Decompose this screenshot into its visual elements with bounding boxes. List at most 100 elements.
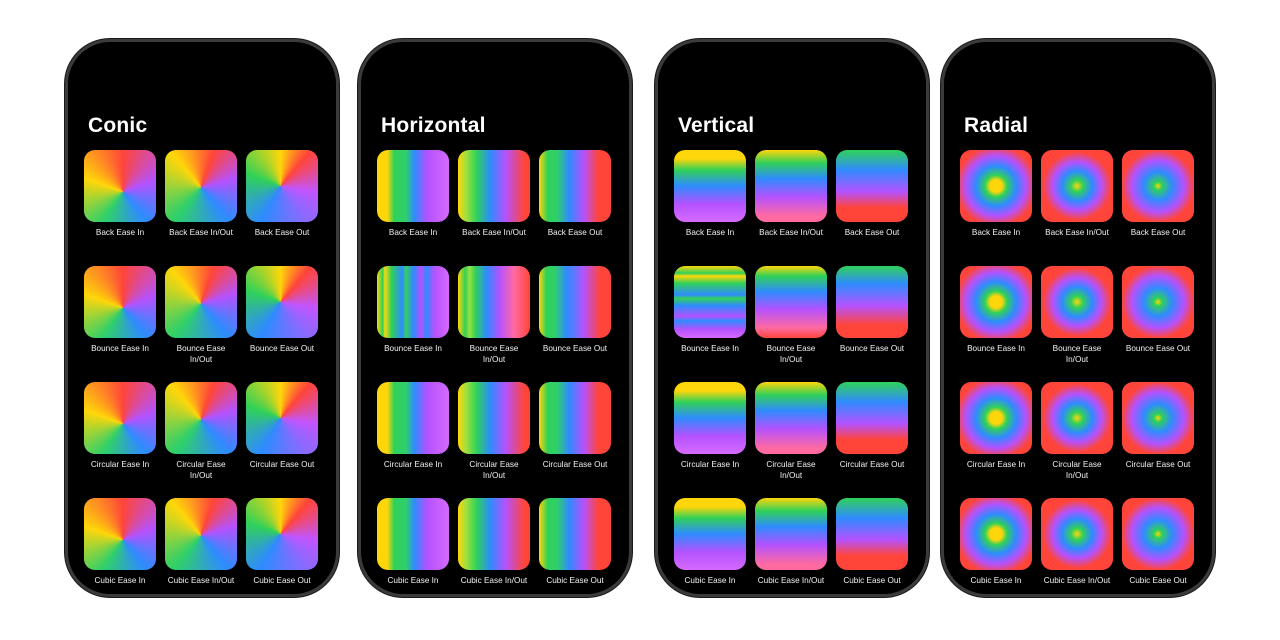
grid-cell[interactable]: Bounce Ease In/Out — [165, 266, 237, 365]
cell-label: Back Ease In/Out — [169, 228, 233, 237]
grid-cell[interactable]: Cubic Ease Out — [246, 498, 318, 586]
grid-cell[interactable]: Back Ease In — [960, 150, 1032, 238]
gradient-swatch — [755, 382, 827, 454]
grid-cell[interactable]: Cubic Ease In — [960, 498, 1032, 586]
grid-cell[interactable]: Circular Ease In/Out — [458, 382, 530, 481]
grid-cell[interactable]: Back Ease In/Out — [458, 150, 530, 238]
grid-cell[interactable]: Bounce Ease In — [377, 266, 449, 354]
cell-label: Back Ease Out — [844, 228, 900, 237]
grid-cell[interactable]: Circular Ease In/Out — [1041, 382, 1113, 481]
cell-label: Circular Ease In — [680, 460, 740, 469]
cell-label: Back Ease In — [388, 228, 438, 237]
cell-label: Back Ease In — [685, 228, 735, 237]
gradient-swatch — [1122, 498, 1194, 570]
cell-label: Bounce Ease In/Out — [176, 344, 226, 364]
cell-label: Bounce Ease In — [384, 344, 442, 353]
cell-label: Cubic Ease In/Out — [757, 576, 825, 585]
cell-label: Bounce Ease In — [967, 344, 1025, 353]
gradient-swatch — [960, 382, 1032, 454]
grid-cell[interactable]: Bounce Ease In/Out — [1041, 266, 1113, 365]
grid-cell[interactable]: Bounce Ease In — [84, 266, 156, 354]
cell-label: Cubic Ease In/Out — [1043, 576, 1111, 585]
grid-cell[interactable]: Cubic Ease Out — [539, 498, 611, 586]
grid-cell[interactable]: Circular Ease In/Out — [755, 382, 827, 481]
cell-label: Bounce Ease In/Out — [469, 344, 519, 364]
grid-cell[interactable]: Bounce Ease In — [674, 266, 746, 354]
grid-cell[interactable]: Circular Ease In/Out — [165, 382, 237, 481]
gradient-swatch — [377, 382, 449, 454]
grid-cell[interactable]: Cubic Ease Out — [1122, 498, 1194, 586]
cell-label: Circular Ease Out — [542, 460, 608, 469]
grid-cell[interactable]: Back Ease In/Out — [755, 150, 827, 238]
phone-radial: Radial Back Ease In Back Ease In/Out Bac… — [944, 42, 1212, 594]
grid-cell[interactable]: Cubic Ease Out — [836, 498, 908, 586]
gradient-swatch — [960, 266, 1032, 338]
gradient-swatch — [246, 498, 318, 570]
grid-cell[interactable]: Back Ease In/Out — [1041, 150, 1113, 238]
gradient-grid: Back Ease In Back Ease In/Out Back Ease … — [377, 150, 611, 594]
gradient-swatch — [755, 498, 827, 570]
gradient-grid: Back Ease In Back Ease In/Out Back Ease … — [674, 150, 908, 594]
cell-label: Cubic Ease Out — [253, 576, 311, 585]
grid-cell[interactable]: Bounce Ease Out — [836, 266, 908, 354]
gradient-swatch — [1122, 266, 1194, 338]
grid-cell[interactable]: Back Ease In — [377, 150, 449, 238]
phone-horizontal: Horizontal Back Ease In Back Ease In/Out… — [361, 42, 629, 594]
grid-cell[interactable]: Back Ease In — [674, 150, 746, 238]
grid-cell[interactable]: Back Ease Out — [836, 150, 908, 238]
grid-cell[interactable]: Bounce Ease Out — [246, 266, 318, 354]
grid-cell[interactable]: Cubic Ease In/Out — [458, 498, 530, 586]
grid-cell[interactable]: Circular Ease Out — [1122, 382, 1194, 470]
gradient-swatch — [960, 150, 1032, 222]
cell-label: Circular Ease In — [90, 460, 150, 469]
grid-cell[interactable]: Circular Ease In — [84, 382, 156, 470]
cell-label: Bounce Ease In/Out — [1052, 344, 1102, 364]
grid-cell[interactable]: Bounce Ease In — [960, 266, 1032, 354]
grid-cell[interactable]: Circular Ease In — [377, 382, 449, 470]
gradient-swatch — [458, 382, 530, 454]
cell-label: Cubic Ease In — [94, 576, 146, 585]
grid-cell[interactable]: Back Ease Out — [246, 150, 318, 238]
page-title: Vertical — [678, 114, 755, 137]
cell-label: Bounce Ease In — [681, 344, 739, 353]
cell-label: Circular Ease In — [966, 460, 1026, 469]
grid-cell[interactable]: Cubic Ease In — [377, 498, 449, 586]
grid-cell[interactable]: Cubic Ease In/Out — [755, 498, 827, 586]
cell-label: Cubic Ease Out — [546, 576, 604, 585]
gradient-swatch — [84, 150, 156, 222]
grid-cell[interactable]: Back Ease Out — [1122, 150, 1194, 238]
grid-cell[interactable]: Bounce Ease Out — [1122, 266, 1194, 354]
cell-label: Cubic Ease Out — [843, 576, 901, 585]
grid-cell[interactable]: Back Ease In/Out — [165, 150, 237, 238]
grid-cell[interactable]: Circular Ease In — [960, 382, 1032, 470]
gradient-swatch — [458, 266, 530, 338]
grid-cell[interactable]: Circular Ease Out — [539, 382, 611, 470]
page-title: Horizontal — [381, 114, 486, 137]
gradient-swatch — [674, 498, 746, 570]
gradient-swatch — [377, 498, 449, 570]
grid-cell[interactable]: Cubic Ease In — [674, 498, 746, 586]
cell-label: Bounce Ease In — [91, 344, 149, 353]
grid-cell[interactable]: Cubic Ease In/Out — [1041, 498, 1113, 586]
grid-cell[interactable]: Circular Ease Out — [836, 382, 908, 470]
grid-cell[interactable]: Bounce Ease In/Out — [458, 266, 530, 365]
cell-label: Back Ease In — [971, 228, 1021, 237]
cell-label: Circular Ease Out — [249, 460, 315, 469]
grid-cell[interactable]: Cubic Ease In/Out — [165, 498, 237, 586]
grid-cell[interactable]: Back Ease Out — [539, 150, 611, 238]
cell-label: Back Ease In/Out — [759, 228, 823, 237]
cell-label: Cubic Ease In/Out — [460, 576, 528, 585]
grid-cell[interactable]: Bounce Ease In/Out — [755, 266, 827, 365]
page-title: Conic — [88, 114, 148, 137]
grid-cell[interactable]: Cubic Ease In — [84, 498, 156, 586]
gradient-swatch — [960, 498, 1032, 570]
gradient-swatch — [377, 150, 449, 222]
gradient-swatch — [539, 382, 611, 454]
grid-cell[interactable]: Back Ease In — [84, 150, 156, 238]
grid-cell[interactable]: Bounce Ease Out — [539, 266, 611, 354]
cell-label: Back Ease Out — [254, 228, 310, 237]
cell-label: Back Ease Out — [547, 228, 603, 237]
grid-cell[interactable]: Circular Ease In — [674, 382, 746, 470]
cell-label: Bounce Ease Out — [249, 344, 315, 353]
grid-cell[interactable]: Circular Ease Out — [246, 382, 318, 470]
